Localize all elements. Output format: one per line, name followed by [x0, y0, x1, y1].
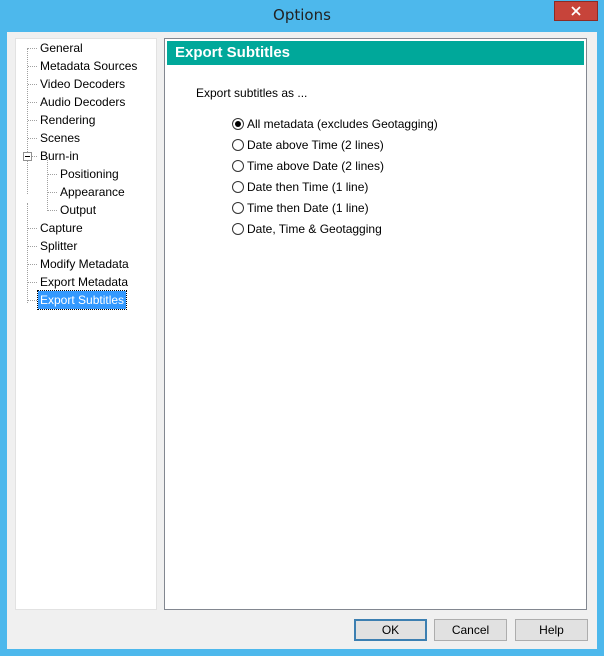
tree-connector-stub: [48, 210, 57, 211]
radio-label: Date above Time (2 lines): [247, 138, 384, 152]
tree-connector-stub: [28, 246, 37, 247]
tree-item-splitter[interactable]: Splitter: [38, 237, 79, 255]
radio-date-then-time[interactable]: Date then Time (1 line): [232, 179, 368, 195]
tree-item-appearance[interactable]: Appearance: [58, 183, 127, 201]
tree-item-export-metadata[interactable]: Export Metadata: [38, 273, 130, 291]
tree-item-modify-metadata[interactable]: Modify Metadata: [38, 255, 131, 273]
tree-connector-line: [27, 203, 28, 303]
help-button[interactable]: Help: [515, 619, 588, 641]
tree-item-metadata-sources[interactable]: Metadata Sources: [38, 57, 139, 75]
tree-connector-stub: [28, 84, 37, 85]
tree-item-video-decoders[interactable]: Video Decoders: [38, 75, 127, 93]
panel-header: Export Subtitles: [167, 41, 584, 65]
dialog-client-area: General Metadata Sources Video Decoders …: [7, 32, 597, 649]
tree-connector-stub: [28, 282, 37, 283]
window-title: Options: [273, 6, 331, 24]
radio-button-checked[interactable]: [232, 118, 244, 130]
close-button[interactable]: [554, 1, 598, 21]
radio-date-time-geotagging[interactable]: Date, Time & Geotagging: [232, 221, 382, 237]
tree-connector-stub: [28, 300, 37, 301]
radio-button[interactable]: [232, 223, 244, 235]
tree-connector-stub: [28, 48, 37, 49]
radio-button[interactable]: [232, 202, 244, 214]
tree-connector-stub: [28, 138, 37, 139]
tree-item-capture[interactable]: Capture: [38, 219, 85, 237]
tree-connector-stub: [28, 228, 37, 229]
tree-item-export-subtitles[interactable]: Export Subtitles: [36, 290, 128, 310]
tree-connector-stub: [28, 120, 37, 121]
radio-label: Date then Time (1 line): [247, 180, 369, 194]
collapse-toggle-burn-in[interactable]: [23, 152, 32, 161]
ok-button[interactable]: OK: [354, 619, 427, 641]
tree-connector-stub: [48, 192, 57, 193]
tree-item-rendering[interactable]: Rendering: [38, 111, 97, 129]
options-window: Options General Metadata Sources Video D…: [0, 0, 604, 656]
tree-item-general[interactable]: General: [38, 39, 85, 57]
options-tree[interactable]: General Metadata Sources Video Decoders …: [15, 38, 157, 610]
radio-label: Time then Date (1 line): [247, 201, 369, 215]
radio-date-above-time[interactable]: Date above Time (2 lines): [232, 137, 384, 153]
radio-button[interactable]: [232, 160, 244, 172]
tree-connector-stub: [32, 156, 37, 157]
export-subtitles-as-label: Export subtitles as ...: [196, 86, 308, 100]
tree-item-positioning[interactable]: Positioning: [58, 165, 121, 183]
tree-connector-line: [27, 48, 28, 194]
tree-connector-stub: [28, 102, 37, 103]
tree-connector-stub: [48, 174, 57, 175]
tree-item-scenes[interactable]: Scenes: [38, 129, 82, 147]
radio-button[interactable]: [232, 139, 244, 151]
close-icon: [571, 6, 581, 16]
tree-connector-stub: [28, 264, 37, 265]
radio-label: All metadata (excludes Geotagging): [247, 117, 438, 131]
settings-panel: Export Subtitles Export subtitles as ...…: [164, 38, 587, 610]
tree-item-burn-in[interactable]: Burn-in: [38, 147, 81, 165]
tree-connector-line: [47, 157, 48, 211]
radio-time-above-date[interactable]: Time above Date (2 lines): [232, 158, 384, 174]
radio-label: Date, Time & Geotagging: [247, 222, 382, 236]
radio-all-metadata[interactable]: All metadata (excludes Geotagging): [232, 116, 438, 132]
tree-item-output[interactable]: Output: [58, 201, 98, 219]
tree-connector-stub: [28, 66, 37, 67]
radio-label: Time above Date (2 lines): [247, 159, 384, 173]
cancel-button[interactable]: Cancel: [434, 619, 507, 641]
title-bar: Options: [0, 0, 604, 32]
radio-button[interactable]: [232, 181, 244, 193]
tree-item-audio-decoders[interactable]: Audio Decoders: [38, 93, 127, 111]
radio-time-then-date[interactable]: Time then Date (1 line): [232, 200, 369, 216]
